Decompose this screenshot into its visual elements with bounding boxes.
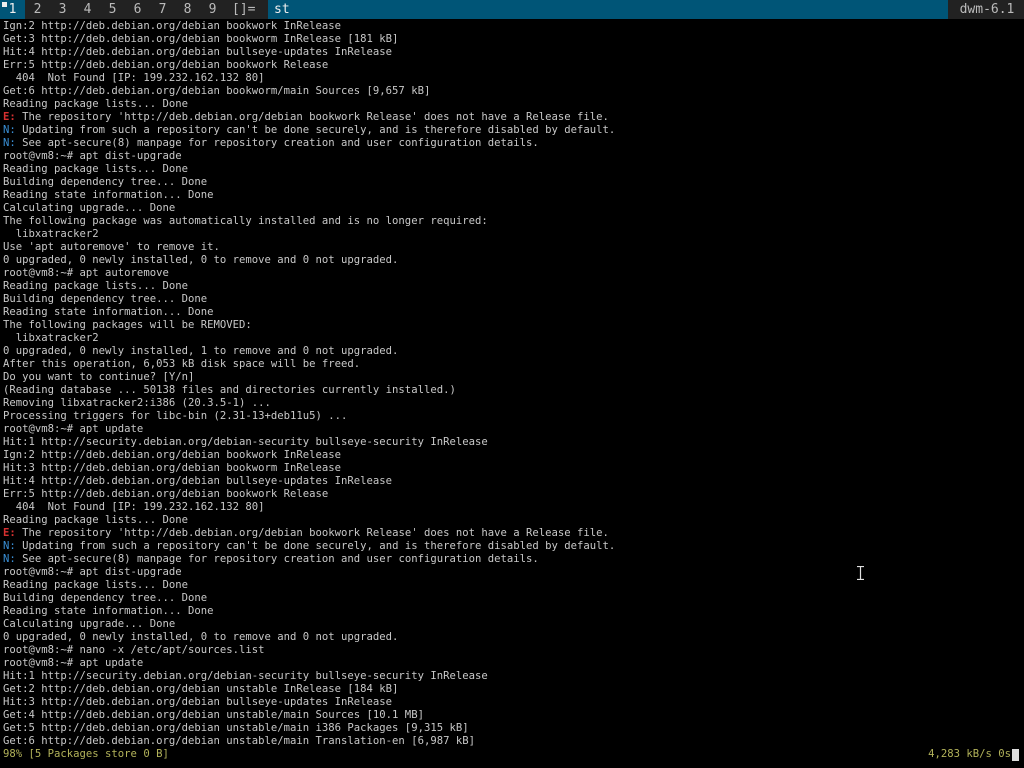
status-text: dwm-6.1 — [950, 0, 1024, 19]
terminal-line: Get:6 http://deb.debian.org/debian bookw… — [3, 85, 431, 97]
terminal-line: Get:2 http://deb.debian.org/debian unsta… — [3, 683, 399, 695]
terminal-line: Err:5 http://deb.debian.org/debian bookw… — [3, 59, 329, 71]
tag-8[interactable]: 8 — [175, 0, 200, 19]
terminal-line: After this operation, 6,053 kB disk spac… — [3, 358, 361, 370]
notice-prefix: N: — [3, 553, 16, 565]
terminal-line: Get:5 http://deb.debian.org/debian unsta… — [3, 722, 469, 734]
apt-progress-line: 98% [5 Packages store 0 B] — [3, 748, 169, 760]
terminal-line: Calculating upgrade... Done — [3, 618, 176, 630]
terminal-line: 0 upgraded, 0 newly installed, 0 to remo… — [3, 254, 399, 266]
terminal-line: N: See apt-secure(8) manpage for reposit… — [3, 137, 1021, 150]
terminal-line: root@vm8:~# apt update — [3, 423, 144, 435]
terminal-line: libxatracker2 — [3, 332, 99, 344]
terminal-line: root@vm8:~# apt dist-upgrade — [3, 566, 182, 578]
terminal-line: The following package was automatically … — [3, 215, 488, 227]
terminal-line: 404 Not Found [IP: 199.232.162.132 80] — [3, 501, 265, 513]
terminal-line: Reading state information... Done — [3, 306, 214, 318]
terminal-line-text: The repository 'http://deb.debian.org/de… — [15, 527, 609, 539]
terminal-line: Get:6 http://deb.debian.org/debian unsta… — [3, 735, 475, 747]
download-rate: 4,283 kB/s 0s — [928, 748, 1011, 760]
terminal-output: Ign:2 http://deb.debian.org/debian bookw… — [3, 20, 1021, 748]
terminal-line: Get:4 http://deb.debian.org/debian unsta… — [3, 709, 424, 721]
terminal-line: (Reading database ... 50138 files and di… — [3, 384, 456, 396]
terminal-line: Reading package lists... Done — [3, 280, 188, 292]
layout-symbol[interactable]: []= — [232, 0, 255, 19]
error-prefix: E: — [3, 111, 16, 123]
tag-4[interactable]: 4 — [75, 0, 100, 19]
terminal-line: Calculating upgrade... Done — [3, 202, 176, 214]
terminal-line: Building dependency tree... Done — [3, 293, 208, 305]
terminal-line: Reading package lists... Done — [3, 514, 188, 526]
terminal-line: Reading state information... Done — [3, 605, 214, 617]
terminal-line: N: Updating from such a repository can't… — [3, 540, 1021, 553]
tag-6[interactable]: 6 — [125, 0, 150, 19]
occupied-indicator-icon — [2, 2, 7, 7]
terminal-line: E: The repository 'http://deb.debian.org… — [3, 527, 1021, 540]
terminal-line: Ign:2 http://deb.debian.org/debian bookw… — [3, 449, 342, 461]
tag-1[interactable]: 1 — [0, 0, 25, 19]
terminal-line: Reading package lists... Done — [3, 163, 188, 175]
terminal-line: 404 Not Found [IP: 199.232.162.132 80] — [3, 72, 265, 84]
terminal-line: Use 'apt autoremove' to remove it. — [3, 241, 220, 253]
terminal-line: Get:3 http://deb.debian.org/debian bookw… — [3, 33, 399, 45]
terminal-line: Hit:3 http://deb.debian.org/debian bulls… — [3, 696, 393, 708]
terminal-line: Hit:4 http://deb.debian.org/debian bulls… — [3, 475, 393, 487]
terminal-line: root@vm8:~# apt dist-upgrade — [3, 150, 182, 162]
terminal-line: E: The repository 'http://deb.debian.org… — [3, 111, 1021, 124]
terminal-line: root@vm8:~# apt update — [3, 657, 144, 669]
notice-prefix: N: — [3, 540, 16, 552]
terminal-line-text: The repository 'http://deb.debian.org/de… — [15, 111, 609, 123]
notice-prefix: N: — [3, 137, 16, 149]
window-title[interactable]: st — [268, 0, 948, 19]
terminal-line: libxatracker2 — [3, 228, 99, 240]
notice-prefix: N: — [3, 124, 16, 136]
terminal-line: N: See apt-secure(8) manpage for reposit… — [3, 553, 1021, 566]
terminal-line: Hit:1 http://security.debian.org/debian-… — [3, 436, 488, 448]
tag-9[interactable]: 9 — [200, 0, 225, 19]
tag-5[interactable]: 5 — [100, 0, 125, 19]
terminal-line-text: Updating from such a repository can't be… — [15, 124, 616, 136]
terminal-line: Building dependency tree... Done — [3, 592, 208, 604]
terminal-line: root@vm8:~# nano -x /etc/apt/sources.lis… — [3, 644, 265, 656]
terminal-line: Removing libxatracker2:i386 (20.3.5-1) .… — [3, 397, 271, 409]
terminal-line-text: Updating from such a repository can't be… — [15, 540, 616, 552]
terminal-line: Err:5 http://deb.debian.org/debian bookw… — [3, 488, 329, 500]
terminal-line: Processing triggers for libc-bin (2.31-1… — [3, 410, 348, 422]
terminal-window[interactable]: Ign:2 http://deb.debian.org/debian bookw… — [3, 20, 1021, 768]
terminal-line: 0 upgraded, 0 newly installed, 1 to remo… — [3, 345, 399, 357]
terminal-line: root@vm8:~# apt autoremove — [3, 267, 169, 279]
error-prefix: E: — [3, 527, 16, 539]
terminal-line: N: Updating from such a repository can't… — [3, 124, 1021, 137]
terminal-line: Do you want to continue? [Y/n] — [3, 371, 195, 383]
dwm-status-bar: 123456789 []= st dwm-6.1 — [0, 0, 1024, 19]
terminal-line: Hit:4 http://deb.debian.org/debian bulls… — [3, 46, 393, 58]
terminal-line: 0 upgraded, 0 newly installed, 0 to remo… — [3, 631, 399, 643]
terminal-line: Hit:3 http://deb.debian.org/debian bookw… — [3, 462, 342, 474]
terminal-line-text: See apt-secure(8) manpage for repository… — [15, 137, 539, 149]
terminal-line: Ign:2 http://deb.debian.org/debian bookw… — [3, 20, 342, 32]
terminal-line: Reading package lists... Done — [3, 98, 188, 110]
ibeam-cursor-icon — [857, 566, 864, 580]
terminal-line: Building dependency tree... Done — [3, 176, 208, 188]
terminal-line: Hit:1 http://security.debian.org/debian-… — [3, 670, 488, 682]
tag-3[interactable]: 3 — [50, 0, 75, 19]
terminal-line: Reading package lists... Done — [3, 579, 188, 591]
terminal-line: The following packages will be REMOVED: — [3, 319, 252, 331]
terminal-line-text: See apt-secure(8) manpage for repository… — [15, 553, 539, 565]
tag-2[interactable]: 2 — [25, 0, 50, 19]
terminal-line: Reading state information... Done — [3, 189, 214, 201]
block-cursor-icon — [1012, 749, 1019, 761]
tag-7[interactable]: 7 — [150, 0, 175, 19]
